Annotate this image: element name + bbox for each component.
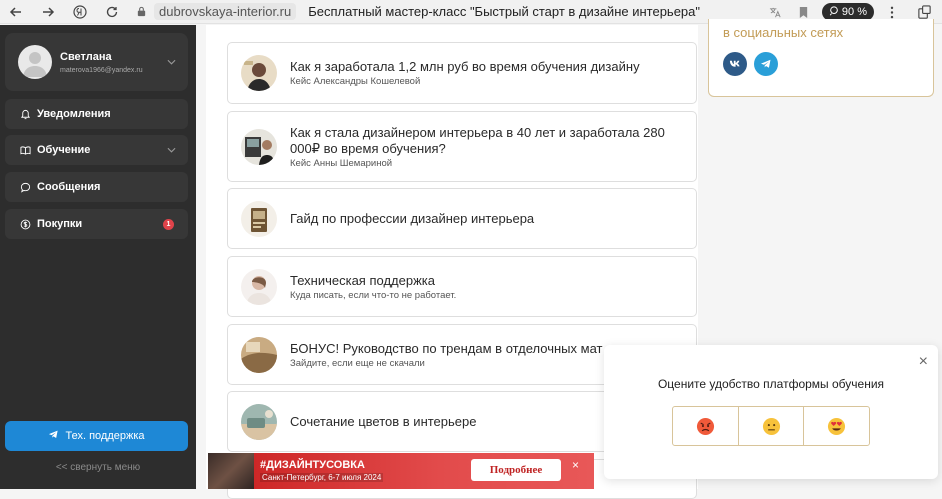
address-domain[interactable]: dubrovskaya-interior.ru (154, 3, 297, 20)
dollar-icon (19, 219, 31, 230)
card-subtitle: Куда писать, если что-то не работает. (290, 289, 457, 301)
card-thumbnail (241, 55, 277, 91)
heart-eyes-face-icon (828, 417, 846, 435)
user-icon (23, 52, 47, 77)
user-card[interactable]: Светлана materova1966@yandex.ru (5, 33, 188, 91)
card-thumbnail (241, 336, 277, 373)
vk-icon[interactable] (723, 52, 747, 76)
sidebar-item-notifications[interactable]: Уведомления (5, 99, 188, 129)
arrow-right-icon (43, 6, 55, 17)
card-subtitle: Зайдите, если еще не скачали (290, 357, 425, 369)
support-label: Тех. поддержка (65, 430, 145, 442)
chat-icon (19, 182, 31, 193)
rating-options (672, 406, 870, 446)
book-icon (19, 145, 31, 156)
rating-popup: × Оцените удобство платформы обучения (604, 345, 938, 479)
extensions-icon (917, 4, 931, 19)
list-item[interactable]: Как я стала дизайнером интерьера в 40 ле… (227, 111, 697, 182)
chevron-down-icon[interactable] (167, 57, 176, 68)
ad-hashtag: #ДИЗАЙНТУСОВКА (260, 459, 365, 471)
ad-event-info: Санкт-Петербург, 6-7 июля 2024 (260, 473, 384, 482)
notification-badge: 1 (163, 219, 174, 230)
sidebar-item-label: Обучение (37, 144, 91, 156)
social-title: в социальных сетях (723, 25, 844, 40)
zoom-level: 90 % (841, 6, 867, 18)
user-name: Светлана (60, 50, 112, 63)
telegram-icon[interactable] (754, 52, 778, 76)
telegram-icon (48, 429, 59, 443)
yandex-button[interactable] (64, 0, 96, 24)
back-button[interactable] (0, 0, 32, 24)
rating-neutral-button[interactable] (739, 407, 805, 445)
card-title: Гайд по профессии дизайнер интерьера (290, 210, 535, 226)
ad-banner[interactable]: #ДИЗАЙНТУСОВКА Санкт-Петербург, 6-7 июля… (208, 453, 594, 489)
card-thumbnail (241, 403, 277, 440)
address-bar[interactable]: dubrovskaya-interior.ru Бесплатный масте… (132, 2, 700, 22)
bell-icon (19, 109, 31, 120)
rating-love-button[interactable] (804, 407, 869, 445)
sidebar-item-learning[interactable]: Обучение (5, 135, 188, 165)
sidebar-item-purchases[interactable]: Покупки 1 (5, 209, 188, 239)
chevron-down-icon (167, 145, 176, 156)
sidebar-item-messages[interactable]: Сообщения (5, 172, 188, 202)
ad-photo (208, 453, 254, 489)
collapse-menu-link[interactable]: << свернуть меню (0, 462, 196, 473)
more-vertical-icon (890, 6, 894, 18)
list-item[interactable]: Техническая поддержка Куда писать, если … (227, 256, 697, 317)
sidebar: Светлана materova1966@yandex.ru Уведомле… (0, 25, 196, 489)
list-item[interactable]: Как я заработала 1,2 млн руб во время об… (227, 42, 697, 104)
ad-close-icon[interactable]: × (572, 458, 579, 472)
rating-title: Оцените удобство платформы обучения (657, 377, 885, 391)
bookmark-icon (800, 6, 808, 18)
forward-button[interactable] (32, 0, 64, 24)
angry-face-icon (696, 417, 714, 435)
yandex-icon (73, 4, 87, 19)
page-title: Бесплатный мастер-класс "Быстрый старт в… (308, 4, 701, 19)
list-item[interactable]: Гайд по профессии дизайнер интерьера (227, 188, 697, 249)
card-title: Как я стала дизайнером интерьера в 40 ле… (290, 124, 665, 156)
card-title: Как я заработала 1,2 млн руб во время об… (290, 59, 640, 74)
sidebar-item-label: Покупки (37, 218, 83, 230)
neutral-face-icon (762, 417, 780, 435)
card-title: БОНУС! Руководство по трендам в отделочн… (290, 340, 603, 356)
card-subtitle: Кейс Александры Кошелевой (290, 76, 421, 87)
card-thumbnail (241, 128, 277, 165)
zoom-icon (829, 5, 839, 19)
rating-angry-button[interactable] (673, 407, 739, 445)
card-thumbnail (241, 268, 277, 305)
arrow-left-icon (9, 6, 21, 17)
ad-details-button[interactable]: Подробнее (471, 459, 561, 481)
user-email: materova1966@yandex.ru (60, 66, 143, 74)
support-button[interactable]: Тех. поддержка (5, 421, 188, 451)
reload-button[interactable] (96, 0, 128, 24)
card-title: Сочетание цветов в интерьере (290, 413, 477, 429)
card-title: Техническая поддержка (290, 272, 435, 288)
avatar (18, 45, 52, 79)
reload-icon (106, 6, 118, 17)
card-subtitle: Кейс Анны Шемариной (290, 157, 393, 169)
sidebar-item-label: Уведомления (37, 108, 111, 120)
close-icon[interactable]: × (919, 353, 928, 371)
social-panel: в социальных сетях (708, 19, 934, 97)
card-thumbnail (241, 200, 277, 237)
sidebar-item-label: Сообщения (37, 181, 101, 193)
translate-icon (770, 7, 781, 17)
lock-icon (132, 3, 150, 21)
